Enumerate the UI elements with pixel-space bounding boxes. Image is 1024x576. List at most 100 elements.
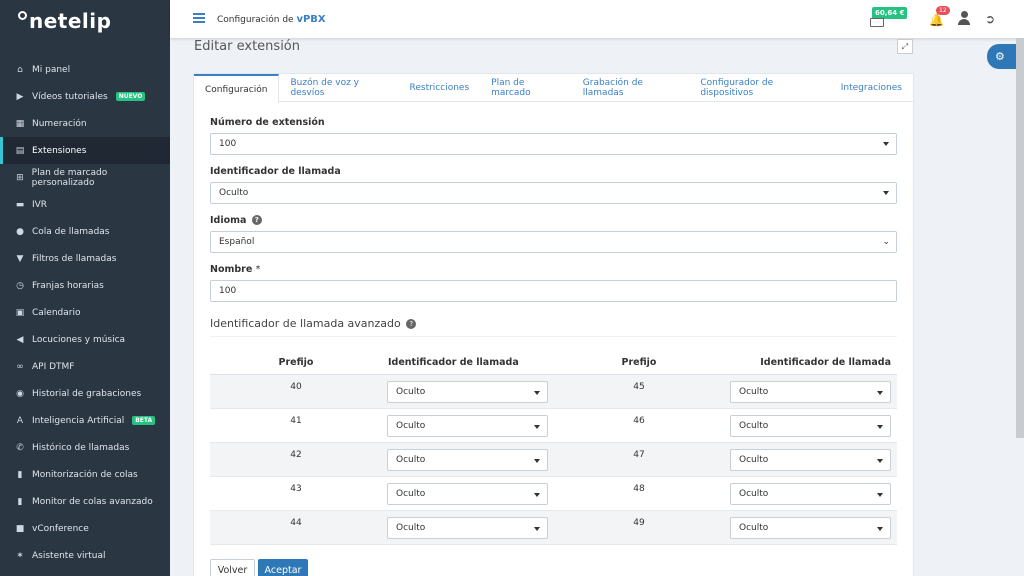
user-icon: ●: [16, 226, 24, 237]
advanced-caller-id-title-text: Identificador de llamada avanzado: [210, 317, 401, 330]
sitemap-icon: ⊞: [16, 172, 24, 183]
tab-6[interactable]: Integraciones: [830, 74, 913, 102]
sidebar-item-4[interactable]: ⊞ Plan de marcado personalizado: [0, 164, 170, 191]
sidebar-item-label: Calendario: [32, 307, 81, 318]
select-value: Oculto: [396, 455, 426, 465]
help-icon[interactable]: ?: [406, 319, 417, 329]
sidebar-item-5[interactable]: ▬ IVR: [0, 191, 170, 218]
language-label-text: Idioma: [210, 215, 247, 226]
accept-button[interactable]: Aceptar: [258, 559, 308, 576]
prefix-caller-id-select[interactable]: Oculto: [730, 415, 891, 437]
caret-down-icon: [877, 527, 883, 531]
header-title: Configuración de vPBX: [217, 14, 326, 25]
language-select[interactable]: Español ⌄: [210, 231, 897, 253]
language-label: Idioma ?: [210, 215, 262, 226]
expand-icon[interactable]: ⤢: [897, 39, 913, 54]
sidebar-item-12[interactable]: ◉ Historial de grabaciones: [0, 380, 170, 407]
sidebar-item-3[interactable]: ▤ Extensiones: [0, 137, 170, 164]
user-profile-icon[interactable]: [957, 11, 971, 27]
sidebar: netelip ⌂ Mi panel ▶ Vídeos tutoriales NUEVO…: [0, 0, 170, 576]
sidebar-item-label: Histórico de llamadas: [32, 442, 130, 453]
calendar-icon: ▣: [15, 307, 25, 318]
sidebar-item-label: Asistente virtual: [32, 550, 106, 561]
sidebar-item-2[interactable]: ▦ Numeración: [0, 110, 170, 137]
sidebar-item-10[interactable]: ◀ Locuciones y música: [0, 326, 170, 353]
name-input[interactable]: 100: [210, 280, 897, 302]
prefix-caller-id-select[interactable]: Oculto: [387, 517, 548, 539]
prefix-caller-id-select[interactable]: Oculto: [730, 381, 891, 403]
bar-chart-icon: ▮: [17, 496, 23, 507]
sidebar-item-label: API DTMF: [32, 361, 75, 372]
sidebar-item-11[interactable]: ∞ API DTMF: [0, 353, 170, 380]
wallet-icon[interactable]: [870, 18, 884, 27]
caret-down-icon: [877, 459, 883, 463]
chevron-down-icon: ⌄: [882, 237, 890, 247]
caller-id-cell: Oculto: [382, 409, 553, 442]
caller-id-select[interactable]: Oculto: [210, 182, 897, 204]
prefix-caller-id-select[interactable]: Oculto: [730, 449, 891, 471]
caller-id-label: Identificador de llamada: [210, 166, 341, 177]
prefix-cell: 42: [290, 450, 302, 460]
comment-icon: ▬: [15, 199, 25, 210]
required-marker: *: [255, 264, 261, 275]
extension-number-select[interactable]: 100: [210, 133, 897, 155]
home-icon: ⌂: [17, 64, 23, 75]
sidebar-item-9[interactable]: ▣ Calendario: [0, 299, 170, 326]
sidebar-item-16[interactable]: ▮ Monitor de colas avanzado: [0, 488, 170, 515]
prefix-caller-id-select[interactable]: Oculto: [387, 449, 548, 471]
prefix-caller-id-select[interactable]: Oculto: [730, 517, 891, 539]
select-value: Oculto: [396, 523, 426, 533]
menu-toggle-icon[interactable]: [193, 13, 205, 23]
sidebar-item-6[interactable]: ● Cola de llamadas: [0, 218, 170, 245]
tab-4[interactable]: Grabación de llamadas: [572, 74, 690, 102]
caret-down-icon: [877, 425, 883, 429]
sidebar-item-18[interactable]: ✶ Asistente virtual: [0, 542, 170, 569]
caller-id-cell: Oculto: [725, 443, 896, 476]
grid-icon: ▦: [15, 118, 25, 129]
help-icon[interactable]: ?: [251, 215, 262, 225]
sidebar-item-label: Monitorización de colas: [32, 469, 138, 480]
sidebar-item-label: Extensiones: [32, 145, 87, 156]
netelip-logo[interactable]: netelip: [18, 6, 111, 36]
tab-5[interactable]: Configurador de dispositivos: [689, 74, 829, 102]
extension-number-value: 100: [219, 139, 237, 149]
advanced-caller-id-table: Prefijo Identificador de llamada Prefijo…: [210, 350, 897, 545]
caret-down-icon: [534, 391, 540, 395]
sidebar-item-label: IVR: [32, 199, 48, 210]
caller-id-cell: Oculto: [725, 375, 896, 408]
advanced-caller-id-title: Identificador de llamada avanzado ?: [210, 317, 417, 330]
top-header: Configuración de vPBX 60,64 € 🔔 12 ➲: [170, 0, 1024, 38]
prefix-cell: 48: [633, 484, 645, 494]
prefix-caller-id-select[interactable]: Oculto: [387, 381, 548, 403]
tab-1[interactable]: Buzón de voz y desvíos: [279, 74, 398, 102]
prefix-cell: 40: [290, 382, 302, 392]
logout-icon[interactable]: ➲: [985, 12, 995, 26]
filter-icon: ▼: [16, 253, 24, 264]
sidebar-item-label: Inteligencia Artificial: [32, 415, 125, 426]
sidebar-item-label: Monitor de colas avanzado: [32, 496, 153, 507]
tab-0[interactable]: Configuración: [194, 74, 280, 103]
prefix-caller-id-select[interactable]: Oculto: [387, 415, 548, 437]
sidebar-item-1[interactable]: ▶ Vídeos tutoriales NUEVO: [0, 83, 170, 110]
sidebar-item-7[interactable]: ▼ Filtros de llamadas: [0, 245, 170, 272]
sidebar-item-13[interactable]: A Inteligencia Artificial BETA: [0, 407, 170, 434]
back-button[interactable]: Volver: [210, 559, 255, 576]
sidebar-item-15[interactable]: ▮ Monitorización de colas: [0, 461, 170, 488]
caller-id-cell: Oculto: [725, 511, 896, 544]
bell-icon[interactable]: 🔔: [929, 13, 944, 27]
sidebar-item-8[interactable]: ◷ Franjas horarias: [0, 272, 170, 299]
tab-3[interactable]: Plan de marcado: [480, 74, 572, 102]
sidebar-item-14[interactable]: ✆ Histórico de llamadas: [0, 434, 170, 461]
prefix-caller-id-select[interactable]: Oculto: [387, 483, 548, 505]
select-value: Oculto: [396, 489, 426, 499]
sidebar-item-17[interactable]: ■ vConference: [0, 515, 170, 542]
sidebar-item-0[interactable]: ⌂ Mi panel: [0, 56, 170, 83]
video-icon: ▶: [16, 91, 24, 102]
sidebar-item-label: Cola de llamadas: [32, 226, 110, 237]
page-scrollbar[interactable]: [1016, 38, 1024, 438]
prefix-caller-id-select[interactable]: Oculto: [730, 483, 891, 505]
prefix-cell: 47: [633, 450, 645, 460]
caller-id-cell: Oculto: [382, 443, 553, 476]
tab-2[interactable]: Restricciones: [399, 74, 481, 102]
extension-number-label: Número de extensión: [210, 117, 325, 128]
